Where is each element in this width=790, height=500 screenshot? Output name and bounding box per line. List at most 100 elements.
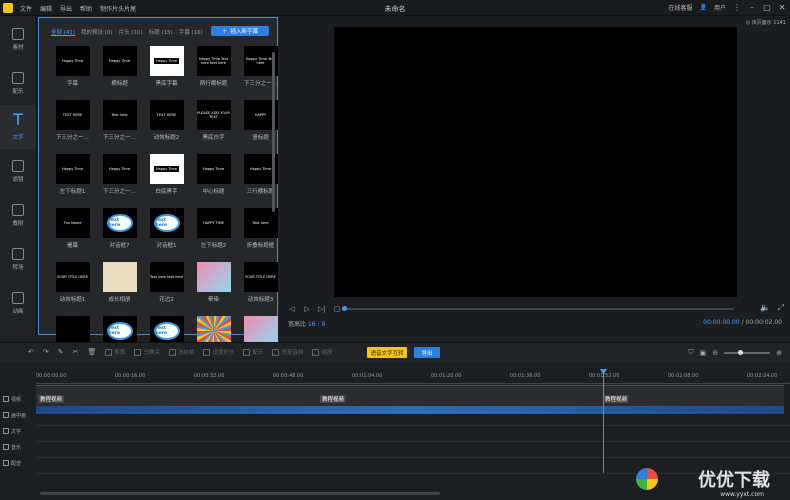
template-thumbnail[interactable]: Happy Time: [149, 154, 184, 184]
template-card[interactable]: TEXT HERE 下三分之一…: [49, 100, 96, 154]
sidebar-item-music[interactable]: 配乐: [0, 61, 36, 105]
template-card[interactable]: YOUR TITLE HERE 动效标题3: [237, 262, 284, 316]
play-icon[interactable]: ▷: [303, 305, 311, 313]
seek-bar[interactable]: [342, 306, 734, 311]
tab-subtitles[interactable]: 字幕 (16): [179, 28, 203, 36]
template-thumbnail[interactable]: Happy Time: [196, 154, 231, 184]
template-thumbnail[interactable]: Happy Time: [55, 46, 90, 76]
template-card[interactable]: HAPPY 竖标题: [237, 100, 284, 154]
template-thumbnail[interactable]: PLEASE ADD YOUR TEXT: [196, 100, 231, 130]
insert-new-text-button[interactable]: ＋ 插入新字幕: [211, 26, 269, 36]
template-card[interactable]: Happy Time 横标题: [96, 46, 143, 100]
template-card[interactable]: YOUR TITLE HERE 动效标题1: [49, 262, 96, 316]
music-tool[interactable]: 配乐: [243, 348, 263, 356]
prev-frame-icon[interactable]: ◁: [288, 305, 296, 313]
tab-intros[interactable]: 片头 (10): [119, 28, 143, 36]
minimize-icon[interactable]: –: [748, 3, 756, 12]
seek-handle[interactable]: [342, 306, 347, 311]
template-thumbnail[interactable]: YOUR TITLE HERE: [243, 262, 278, 292]
aspect-ratio[interactable]: 宽高比 16 : 9: [288, 319, 325, 328]
next-frame-icon[interactable]: ▷|: [318, 305, 326, 313]
template-thumbnail[interactable]: TEXT HERE: [149, 100, 184, 130]
menu-export[interactable]: 导出: [60, 4, 72, 13]
template-thumbnail[interactable]: TEXT HERE: [55, 100, 90, 130]
template-card[interactable]: Happy Time 下三分之一…: [96, 154, 143, 208]
template-card[interactable]: Text here 对话框1: [143, 208, 190, 262]
sidebar-item-overlay[interactable]: 叠附: [0, 193, 36, 237]
export-button[interactable]: 导出: [414, 347, 440, 358]
more-icon[interactable]: ⋮: [733, 3, 741, 12]
sidebar-item-text[interactable]: T 文字: [0, 105, 36, 149]
pen-icon[interactable]: ✎: [58, 348, 64, 356]
template-thumbnail[interactable]: [196, 262, 231, 292]
fullscreen-icon[interactable]: ⤢: [778, 303, 784, 313]
template-card[interactable]: Happy Time 三行横标题: [237, 154, 284, 208]
template-thumbnail[interactable]: Happy Time Text here text here: [196, 46, 231, 76]
template-thumbnail[interactable]: Happy Time: [102, 154, 137, 184]
template-card[interactable]: Happy Time Text here text here 两行横标题: [190, 46, 237, 100]
template-card[interactable]: Happy Time 白底黑字: [143, 154, 190, 208]
template-card[interactable]: Text here 折叠标题框: [237, 208, 284, 262]
template-thumbnail[interactable]: Happy Time: [55, 154, 90, 184]
template-card[interactable]: PLEASE ADD YOUR TEXT 黑底白字: [190, 100, 237, 154]
mosaic-tool[interactable]: 马赛克: [134, 348, 160, 356]
template-thumbnail[interactable]: Text here: [102, 100, 137, 130]
template-thumbnail[interactable]: YOUR TITLE HERE: [55, 262, 90, 292]
template-thumbnail[interactable]: Text here text here: [149, 262, 184, 292]
tab-my-presets[interactable]: 我的预设 (0): [81, 28, 113, 36]
tab-titles[interactable]: 标题 (15): [149, 28, 173, 36]
template-thumbnail[interactable]: Happy Time: [102, 46, 137, 76]
delete-icon[interactable]: 🗑: [88, 348, 97, 356]
playhead[interactable]: [603, 373, 604, 473]
audio-repair-tool[interactable]: 修复音频: [272, 348, 303, 356]
video-player[interactable]: [334, 27, 737, 297]
template-thumbnail[interactable]: Text here: [102, 208, 137, 238]
template-thumbnail[interactable]: [102, 262, 137, 292]
template-thumbnail[interactable]: HAPPY TIME: [196, 208, 231, 238]
speech-text-button[interactable]: 语音文字互转: [367, 347, 407, 358]
maximize-icon[interactable]: ▢: [763, 3, 771, 12]
tab-all[interactable]: 全部 (41): [51, 28, 75, 36]
duration-tool[interactable]: 设置时长: [203, 348, 234, 356]
template-card[interactable]: Text here 下三分之一…: [96, 100, 143, 154]
online-help-link[interactable]: 在线客服: [668, 3, 692, 12]
template-card[interactable]: 成长相册: [96, 262, 143, 316]
time-ruler[interactable]: 00:00:00.00 00:00:16.00 00:00:32.00 00:00:4…: [36, 371, 790, 385]
volume-icon[interactable]: 🔈: [760, 303, 770, 312]
snapshot-icon[interactable]: ▣: [700, 349, 707, 357]
zoom-handle[interactable]: [738, 349, 744, 355]
template-card[interactable]: Text here 对话框7: [96, 208, 143, 262]
zoom-tool[interactable]: 缩放: [312, 348, 333, 356]
template-card[interactable]: Happy Time Text here 下三分之一…: [237, 46, 284, 100]
menu-edit[interactable]: 编辑: [40, 4, 52, 13]
template-card[interactable]: TEXT HERE 动效标题2: [143, 100, 190, 154]
zoom-in-icon[interactable]: ⊕: [776, 349, 782, 357]
undo-icon[interactable]: ↶: [28, 348, 34, 356]
zoom-slider[interactable]: [724, 349, 771, 355]
template-card[interactable]: 晕染: [190, 262, 237, 316]
aspect-ratio-value[interactable]: 16 : 9: [308, 321, 325, 328]
marker-icon[interactable]: ⛉: [688, 348, 693, 357]
redo-icon[interactable]: ↷: [43, 348, 49, 356]
timeline-scrollbar[interactable]: [40, 492, 440, 495]
zoom-out-icon[interactable]: ⊖: [712, 349, 718, 357]
template-card[interactable]: Happy Time 黑底字幕: [143, 46, 190, 100]
template-card[interactable]: Happy Time 中心标题: [190, 154, 237, 208]
crop-tool[interactable]: 剪裁: [105, 348, 125, 356]
sidebar-item-media[interactable]: 素材: [0, 17, 36, 61]
freeze-tool[interactable]: 冻结帧: [168, 348, 194, 356]
close-icon[interactable]: ✕: [778, 3, 786, 12]
template-thumbnail[interactable]: The Name: [55, 208, 90, 238]
template-thumbnail[interactable]: Happy Time: [149, 46, 184, 76]
sidebar-item-filter[interactable]: 滤镜: [0, 149, 36, 193]
template-card[interactable]: Text here text here 花边2: [143, 262, 190, 316]
menu-help[interactable]: 帮助: [80, 4, 92, 13]
sidebar-item-animation[interactable]: 动画: [0, 281, 36, 325]
template-card[interactable]: Happy Time 左下标题1: [49, 154, 96, 208]
user-label[interactable]: 用户: [714, 3, 726, 12]
menu-file[interactable]: 文件: [20, 4, 32, 13]
split-icon[interactable]: ✂: [73, 348, 79, 356]
library-scrollbar[interactable]: [272, 52, 275, 212]
template-card[interactable]: The Name 署幕: [49, 208, 96, 262]
template-thumbnail[interactable]: Text here: [243, 208, 278, 238]
